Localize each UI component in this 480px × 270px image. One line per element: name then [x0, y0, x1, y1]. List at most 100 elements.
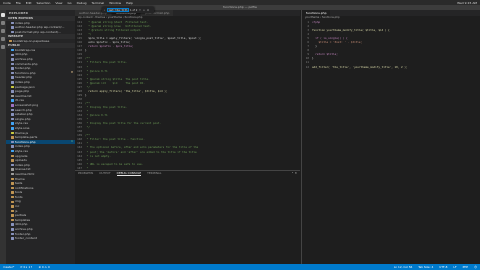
- panel-tab[interactable]: OUTPUT: [99, 171, 110, 176]
- folder-icon: [11, 186, 14, 190]
- folder-icon: [11, 182, 14, 185]
- file-php-icon: [11, 108, 14, 112]
- folder-icon: [9, 39, 12, 43]
- file-php-icon: [11, 58, 14, 61]
- explorer-icon[interactable]: [1, 13, 5, 17]
- file-php-icon: [11, 81, 14, 84]
- encoding[interactable]: UTF-8: [439, 265, 447, 269]
- folder-icon: [11, 154, 14, 158]
- find-widget: › 1 of 2 ↑ ↓ ✕: [102, 7, 154, 13]
- menu-item-1[interactable]: File: [16, 1, 21, 5]
- sync-status[interactable]: ⟳ 0↓ 1↑: [20, 265, 32, 269]
- previous-match-icon[interactable]: ↑: [138, 9, 141, 12]
- line-number: 12: [305, 64, 309, 69]
- file-php-icon: [11, 62, 14, 66]
- menu-item-8[interactable]: Window: [109, 1, 121, 5]
- file-item[interactable]: footer_content: [6, 236, 75, 241]
- line-content: <?php: [312, 20, 321, 24]
- code-line[interactable]: 12 add_filter( 'the_title', 'yourtheme_mo…: [302, 65, 480, 69]
- menu-item-9[interactable]: Help: [126, 1, 133, 5]
- file-name: footer_content: [15, 236, 37, 241]
- problems-count[interactable]: ⊗ 0 ⚠ 0: [39, 265, 50, 269]
- file-php-icon: [11, 237, 14, 240]
- menu-item-0[interactable]: Code: [3, 1, 11, 5]
- close-find-icon[interactable]: ✕: [146, 9, 149, 12]
- file-tree: bootstrap.css 404.php archive.php comments.…: [6, 48, 75, 241]
- cursor-position[interactable]: Ln 12, Col 56: [394, 265, 412, 269]
- file-php-icon: [11, 145, 14, 148]
- line-content: * Display the post title for the current…: [85, 121, 162, 126]
- explorer-sidebar: EXPLORER OPEN EDITORS index.php author-he…: [6, 10, 75, 264]
- line-content: return apply_filters( 'the_title', $titl…: [85, 88, 168, 93]
- line-content: * Filter: the post title - function.: [85, 137, 145, 142]
- line-content: return $title;: [312, 52, 338, 57]
- line-content: }: [85, 48, 87, 53]
- debug-icon[interactable]: [1, 37, 5, 41]
- folder-icon: [11, 177, 14, 181]
- line-content: * Display the post title.: [85, 104, 128, 109]
- line-content: */: [85, 125, 90, 130]
- menu-item-7[interactable]: Terminal: [92, 1, 105, 5]
- line-content: * @since 0.71: [85, 113, 108, 118]
- file-php-icon: [11, 21, 14, 25]
- file-php-icon: [11, 140, 14, 144]
- file-php-icon: [11, 228, 14, 231]
- end-of-line[interactable]: LF: [453, 265, 456, 269]
- folder-icon: [11, 200, 14, 204]
- file-php-icon: [11, 90, 14, 93]
- line-content: * @return string Filtered output.: [85, 28, 142, 33]
- folder-icon: [11, 214, 14, 217]
- open-editors-list: index.php author-header.php wp-content/..…: [6, 21, 75, 35]
- panel-tab[interactable]: DEBUG CONSOLE: [116, 171, 142, 176]
- extensions-icon[interactable]: [1, 45, 5, 49]
- file-txt-icon: [11, 172, 14, 176]
- menubar-clock: Wed 9:15 AM: [457, 0, 477, 5]
- file-php-icon: [11, 163, 14, 167]
- git-status-badge: M: [70, 70, 73, 74]
- file-php-icon: [11, 30, 14, 34]
- menu-item-4[interactable]: View: [55, 1, 62, 5]
- find-input[interactable]: [107, 8, 129, 12]
- panel-tab[interactable]: TERMINAL: [147, 171, 161, 176]
- file-js-icon: [11, 131, 14, 135]
- line-content: $title = 'Post: ' . $title;: [312, 40, 363, 45]
- bottom-panel: PROBLEMS OUTPUT DEBUG CONSOLE TERMINAL ⌃ ✕: [75, 170, 300, 264]
- folder-icon: [11, 136, 14, 139]
- next-match-icon[interactable]: ↓: [142, 9, 145, 12]
- file-css-icon: [11, 122, 14, 125]
- feedback-icon[interactable]: ☺: [474, 265, 477, 269]
- source-control-icon[interactable]: [1, 29, 5, 33]
- status-bar: master* ⟳ 0↓ 1↑ ⊗ 0 ⚠ 0 Ln 12, Col 56 Ta…: [0, 264, 480, 270]
- line-content: * Filters the post title.: [85, 60, 128, 65]
- menu-item-5[interactable]: Go: [67, 1, 71, 5]
- right-editor-group: functions.php yourtheme › functions.php …: [301, 10, 480, 264]
- code-editor[interactable]: 111 * @param string $text Filtered text.…: [75, 20, 300, 178]
- line-content: function yourtheme_modify_title( $title,…: [312, 28, 390, 33]
- folder-icon: [11, 209, 14, 213]
- find-match-count: 1 of 2: [130, 8, 138, 12]
- line-content: return $prefix . $pre_title;: [85, 44, 134, 49]
- file-php-icon: [11, 26, 14, 29]
- menu-item-2[interactable]: Edit: [26, 1, 32, 5]
- file-css-icon: [11, 48, 14, 52]
- panel-actions[interactable]: ⌃ ✕: [291, 171, 297, 176]
- file-txt-icon: [11, 168, 14, 171]
- panel-tab[interactable]: PROBLEMS: [78, 171, 93, 176]
- file-txt-icon: [11, 94, 14, 98]
- folder-icon: [11, 159, 14, 162]
- menu-item-3[interactable]: Selection: [37, 1, 51, 5]
- git-branch[interactable]: master*: [3, 265, 14, 269]
- indentation[interactable]: Tab Size: 4: [418, 265, 433, 269]
- panel-tabs: PROBLEMS OUTPUT DEBUG CONSOLE TERMINAL: [75, 171, 300, 176]
- line-content: * @param int $id The post ID.: [85, 80, 145, 85]
- folder-icon: [11, 195, 14, 199]
- code-editor-right[interactable]: 1 <?php 2 3 function yourtheme_modify_title(…: [302, 20, 480, 69]
- menu-item-6[interactable]: Debug: [77, 1, 87, 5]
- folder-icon: [11, 205, 14, 208]
- search-icon[interactable]: [1, 21, 5, 25]
- language-mode[interactable]: PHP: [463, 265, 468, 269]
- line-content: * URL is escaped to be safe to use.: [85, 161, 144, 166]
- file-php-icon: [11, 67, 14, 70]
- toggle-replace-icon[interactable]: ›: [103, 9, 106, 12]
- line-content: * is not empty.: [85, 153, 111, 158]
